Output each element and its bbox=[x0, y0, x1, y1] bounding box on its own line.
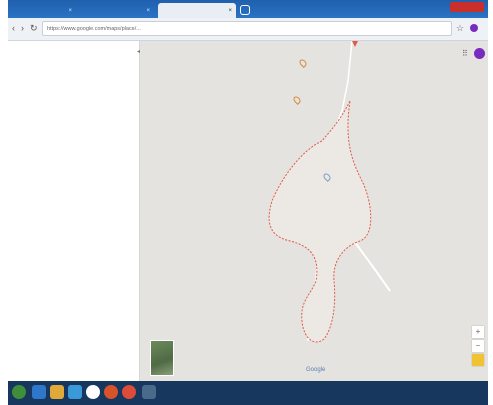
address-bar[interactable]: https://www.google.com/maps/place/... bbox=[42, 21, 452, 36]
apps-grid-icon[interactable]: ⠿ bbox=[462, 49, 468, 58]
google-logo: Google bbox=[306, 367, 326, 373]
tab-1-close-icon[interactable]: × bbox=[68, 8, 72, 14]
taskbar-app-icon[interactable] bbox=[142, 385, 156, 399]
top-marker-icon bbox=[352, 41, 358, 47]
windows-taskbar bbox=[8, 381, 488, 405]
app-icon[interactable] bbox=[86, 385, 100, 399]
bookmark-star-icon[interactable]: ☆ bbox=[456, 23, 464, 34]
poi-second[interactable] bbox=[292, 95, 302, 105]
tab-3-close-icon[interactable]: × bbox=[228, 8, 232, 14]
tab-2-close-icon[interactable]: × bbox=[146, 8, 150, 14]
browser-toolbar: ‹ › ↻ https://www.google.com/maps/place/… bbox=[8, 18, 488, 41]
forward-button[interactable]: › bbox=[21, 23, 24, 33]
zoom-out-button[interactable]: − bbox=[472, 340, 484, 352]
window-controls[interactable] bbox=[450, 2, 484, 12]
satellite-toggle[interactable] bbox=[150, 340, 174, 376]
area-boundary bbox=[268, 100, 372, 343]
back-button[interactable]: ‹ bbox=[12, 23, 15, 33]
start-button-icon[interactable] bbox=[12, 385, 26, 399]
chrome-icon[interactable] bbox=[122, 385, 136, 399]
poi-top[interactable] bbox=[298, 58, 308, 68]
extension-icon[interactable] bbox=[470, 24, 478, 32]
media-icon[interactable] bbox=[68, 385, 82, 399]
tab-1[interactable]: × bbox=[12, 3, 76, 18]
desktop-screen: × × × ‹ › ↻ https://www.google.com/maps/… bbox=[8, 0, 488, 405]
map-drawing bbox=[268, 41, 391, 343]
zoom-controls: + − bbox=[472, 326, 484, 376]
maps-side-panel bbox=[8, 41, 140, 381]
ie-icon[interactable] bbox=[32, 385, 46, 399]
pegman-icon[interactable] bbox=[472, 354, 484, 366]
tab-2[interactable]: × bbox=[88, 3, 154, 18]
file-explorer-icon[interactable] bbox=[50, 385, 64, 399]
tab-3-active[interactable]: × bbox=[158, 3, 236, 18]
zoom-in-button[interactable]: + bbox=[472, 326, 484, 338]
browser-titlebar: × × × bbox=[8, 0, 488, 18]
account-avatar[interactable] bbox=[474, 48, 485, 59]
new-tab-button[interactable] bbox=[240, 5, 250, 15]
firefox-icon[interactable] bbox=[104, 385, 118, 399]
map-canvas[interactable]: ⠿ + − Google bbox=[140, 41, 488, 381]
reload-button[interactable]: ↻ bbox=[30, 23, 38, 34]
